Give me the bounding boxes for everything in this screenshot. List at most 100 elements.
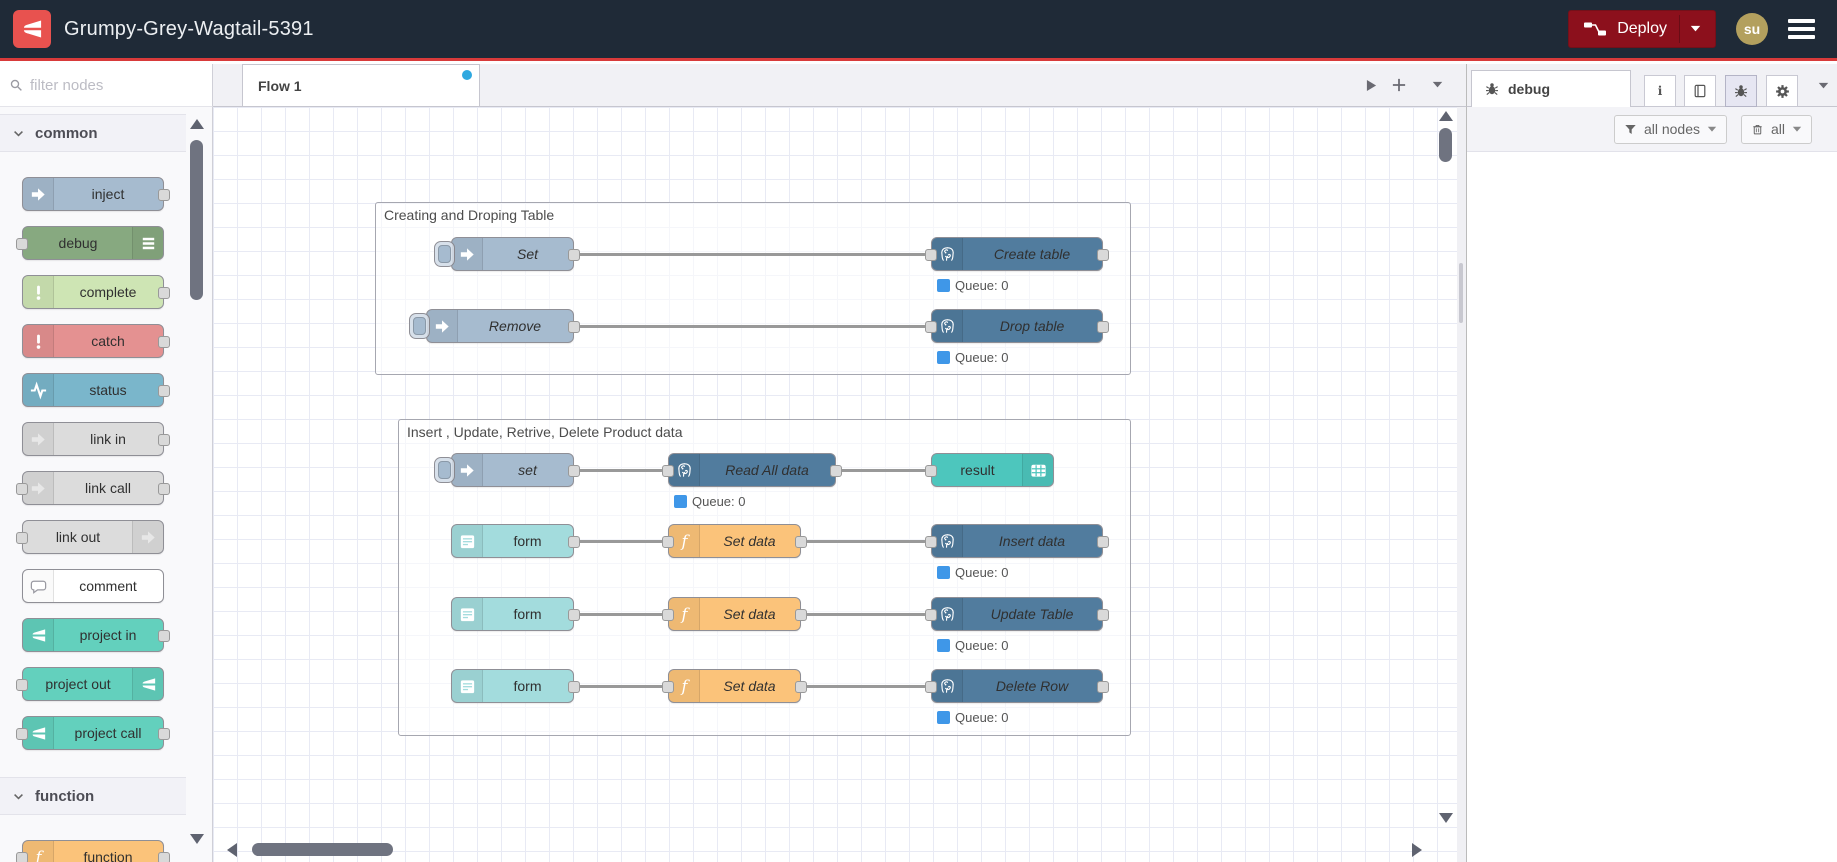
output-port[interactable] <box>568 681 580 693</box>
deploy-button[interactable]: Deploy <box>1568 10 1716 48</box>
wire[interactable] <box>577 325 926 328</box>
canvas-hscroll-thumb[interactable] <box>252 843 393 856</box>
flow-node-set[interactable]: Set <box>434 237 580 271</box>
wire[interactable] <box>804 685 926 688</box>
palette-search[interactable]: filter nodes <box>0 64 213 107</box>
flow-node-form[interactable]: form <box>451 669 580 703</box>
flow-node-form[interactable]: form <box>451 524 580 558</box>
input-port[interactable] <box>662 465 674 477</box>
debug-panel-button[interactable] <box>1725 75 1757 107</box>
scroll-down-arrow[interactable] <box>189 833 205 845</box>
output-port[interactable] <box>1097 536 1109 548</box>
output-port[interactable] <box>568 249 580 261</box>
input-port[interactable] <box>16 728 28 740</box>
tab-debug[interactable]: debug <box>1471 70 1631 107</box>
output-port[interactable] <box>1097 609 1109 621</box>
wire[interactable] <box>577 685 663 688</box>
palette-node-status[interactable]: status <box>22 373 170 407</box>
palette-node-link-call[interactable]: link call <box>16 471 170 505</box>
flow-node-form[interactable]: form <box>451 597 580 631</box>
output-port[interactable] <box>1097 681 1109 693</box>
wire[interactable] <box>577 253 926 256</box>
palette-node-project-out[interactable]: project out <box>16 667 164 701</box>
output-port[interactable] <box>158 287 170 299</box>
flow-node-delete-row[interactable]: Delete Row <box>925 669 1109 703</box>
tab-list-button[interactable] <box>1428 76 1446 94</box>
output-port[interactable] <box>158 385 170 397</box>
wire[interactable] <box>839 469 926 472</box>
palette-node-catch[interactable]: catch <box>22 324 170 358</box>
input-port[interactable] <box>16 852 28 862</box>
flow-node-drop-table[interactable]: Drop table <box>925 309 1109 343</box>
wire[interactable] <box>577 540 663 543</box>
palette-node-project-in[interactable]: project in <box>22 618 170 652</box>
palette-node-debug[interactable]: debug <box>16 226 164 260</box>
flow-node-read-all-data[interactable]: Read All data <box>662 453 842 487</box>
palette-node-function[interactable]: f function <box>16 840 170 862</box>
main-menu-button[interactable] <box>1788 19 1815 39</box>
output-port[interactable] <box>158 483 170 495</box>
output-port[interactable] <box>158 434 170 446</box>
output-port[interactable] <box>568 465 580 477</box>
flow-group[interactable]: Creating and Droping Table <box>375 202 1131 375</box>
output-port[interactable] <box>158 728 170 740</box>
output-port[interactable] <box>158 630 170 642</box>
flow-node-set-data[interactable]: f Set data <box>662 597 807 631</box>
input-port[interactable] <box>925 465 937 477</box>
deploy-options-button[interactable] <box>1679 15 1711 43</box>
flow-node-result[interactable]: result <box>925 453 1054 487</box>
palette-node-link-out[interactable]: link out <box>16 520 164 554</box>
flow-node-create-table[interactable]: Create table <box>925 237 1109 271</box>
output-port[interactable] <box>795 681 807 693</box>
flow-node-update-table[interactable]: Update Table <box>925 597 1109 631</box>
palette-node-inject[interactable]: inject <box>22 177 170 211</box>
palette-node-project-call[interactable]: project call <box>16 716 170 750</box>
output-port[interactable] <box>158 189 170 201</box>
palette-category-common[interactable]: common <box>0 114 186 152</box>
flow-canvas[interactable]: Creating and Droping Table Insert , Updat… <box>213 107 1457 862</box>
user-avatar[interactable]: su <box>1736 13 1768 45</box>
scroll-up-arrow[interactable] <box>189 118 205 130</box>
add-flow-button[interactable] <box>1390 76 1408 94</box>
input-port[interactable] <box>16 532 28 544</box>
flow-node-set-data[interactable]: f Set data <box>662 669 807 703</box>
input-port[interactable] <box>662 536 674 548</box>
output-port[interactable] <box>830 465 842 477</box>
output-port[interactable] <box>568 321 580 333</box>
input-port[interactable] <box>925 536 937 548</box>
config-panel-button[interactable] <box>1766 75 1798 107</box>
palette-node-link-in[interactable]: link in <box>22 422 170 456</box>
output-port[interactable] <box>1097 249 1109 261</box>
wire[interactable] <box>577 613 663 616</box>
canvas-vscroll-thumb[interactable] <box>1439 128 1452 162</box>
canvas-scroll-left-arrow[interactable] <box>226 842 238 858</box>
input-port[interactable] <box>925 609 937 621</box>
palette-node-comment[interactable]: comment <box>22 569 164 603</box>
output-port[interactable] <box>795 609 807 621</box>
palette-node-complete[interactable]: complete <box>22 275 170 309</box>
input-port[interactable] <box>662 681 674 693</box>
canvas-scroll-down-arrow[interactable] <box>1438 812 1454 824</box>
output-port[interactable] <box>795 536 807 548</box>
sidebar-splitter[interactable] <box>1457 107 1466 862</box>
output-port[interactable] <box>568 609 580 621</box>
next-tab-button[interactable] <box>1362 76 1380 94</box>
wire[interactable] <box>577 469 663 472</box>
output-port[interactable] <box>158 336 170 348</box>
info-panel-button[interactable]: i <box>1644 75 1676 107</box>
flow-node-set-data[interactable]: f Set data <box>662 524 807 558</box>
input-port[interactable] <box>925 681 937 693</box>
flow-node-insert-data[interactable]: Insert data <box>925 524 1109 558</box>
output-port[interactable] <box>158 852 170 862</box>
input-port[interactable] <box>16 483 28 495</box>
canvas-scroll-up-arrow[interactable] <box>1438 110 1454 122</box>
input-port[interactable] <box>662 609 674 621</box>
debug-clear-button[interactable]: all <box>1740 114 1812 144</box>
scrollbar-thumb[interactable] <box>190 140 203 300</box>
palette-category-function[interactable]: function <box>0 777 186 815</box>
canvas-scroll-right-arrow[interactable] <box>1411 842 1423 858</box>
output-port[interactable] <box>1097 321 1109 333</box>
wire[interactable] <box>804 613 926 616</box>
sidebar-menu-button[interactable] <box>1814 77 1832 95</box>
input-port[interactable] <box>16 679 28 691</box>
